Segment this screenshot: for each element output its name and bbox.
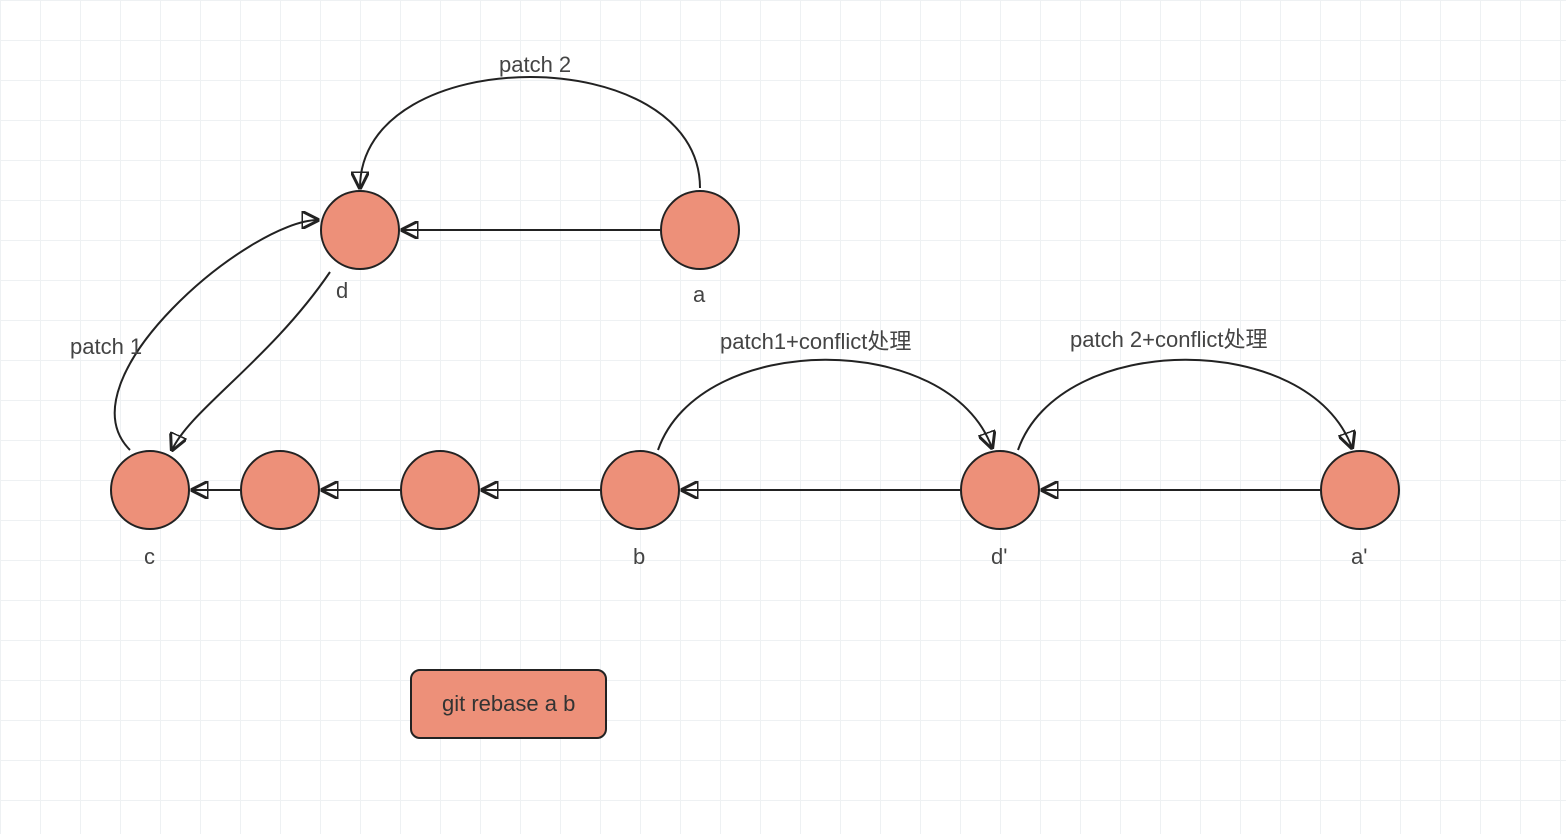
command-box: git rebase a b	[410, 669, 607, 739]
label-c: c	[144, 544, 155, 570]
command-text: git rebase a b	[442, 691, 575, 716]
node-c	[110, 450, 190, 530]
node-a-prime	[1320, 450, 1400, 530]
diagram-canvas: d a c b d' a' patch 2 patch 1 patch1+con…	[0, 0, 1566, 834]
label-b: b	[633, 544, 645, 570]
edge-patch1-conflict	[658, 360, 992, 450]
edge-patch2-conflict	[1018, 360, 1352, 450]
edge-label-patch2: patch 2	[499, 52, 571, 78]
node-blank-2	[240, 450, 320, 530]
edge-patch2	[360, 77, 700, 188]
edge-label-patch1-conflict: patch1+conflict处理	[720, 324, 911, 356]
label-d-prime: d'	[991, 544, 1007, 570]
edges-svg	[0, 0, 1566, 834]
label-d: d	[336, 278, 348, 304]
edge-d-to-c	[172, 272, 330, 450]
node-a	[660, 190, 740, 270]
label-a-prime: a'	[1351, 544, 1367, 570]
edge-label-patch2-conflict: patch 2+conflict处理	[1070, 322, 1268, 354]
node-blank-3	[400, 450, 480, 530]
label-a: a	[693, 282, 705, 308]
edge-label-patch1: patch 1	[70, 334, 142, 360]
node-d	[320, 190, 400, 270]
node-d-prime	[960, 450, 1040, 530]
node-b	[600, 450, 680, 530]
edge-c-to-d	[115, 220, 318, 450]
